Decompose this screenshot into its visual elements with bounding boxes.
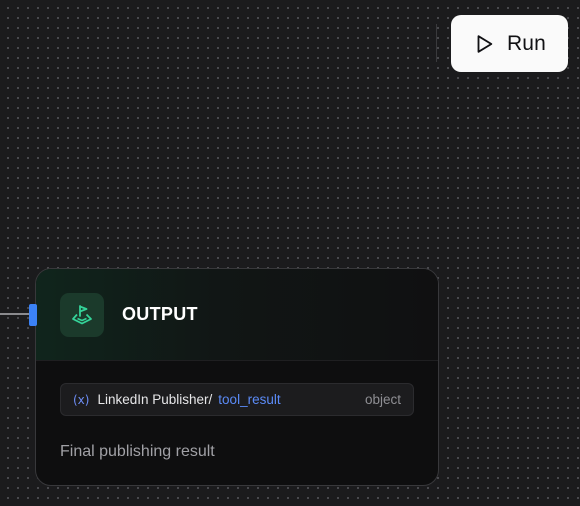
workflow-canvas[interactable]: Run OUTPUT (x) LinkedIn Publisher/ tool_… — [0, 0, 580, 506]
output-node[interactable]: OUTPUT (x) LinkedIn Publisher/ tool_resu… — [35, 268, 439, 486]
variable-icon: (x) — [73, 392, 90, 407]
node-body: (x) LinkedIn Publisher/ tool_result obje… — [36, 361, 438, 461]
flag-icon — [72, 304, 92, 324]
toolbar-divider — [436, 24, 437, 62]
output-variable-chip[interactable]: (x) LinkedIn Publisher/ tool_result obje… — [60, 383, 414, 416]
variable-field: tool_result — [218, 392, 281, 407]
run-button-label: Run — [506, 31, 547, 55]
node-title: OUTPUT — [122, 304, 198, 324]
node-icon-badge — [60, 292, 104, 337]
connection-edge[interactable] — [0, 313, 30, 315]
input-handle[interactable] — [29, 304, 37, 326]
variable-source: LinkedIn Publisher/ — [97, 392, 213, 407]
run-button[interactable]: Run — [451, 15, 568, 72]
variable-type: object — [364, 392, 401, 407]
node-description: Final publishing result — [60, 443, 215, 460]
play-icon — [477, 34, 493, 53]
node-header: OUTPUT — [36, 269, 438, 361]
